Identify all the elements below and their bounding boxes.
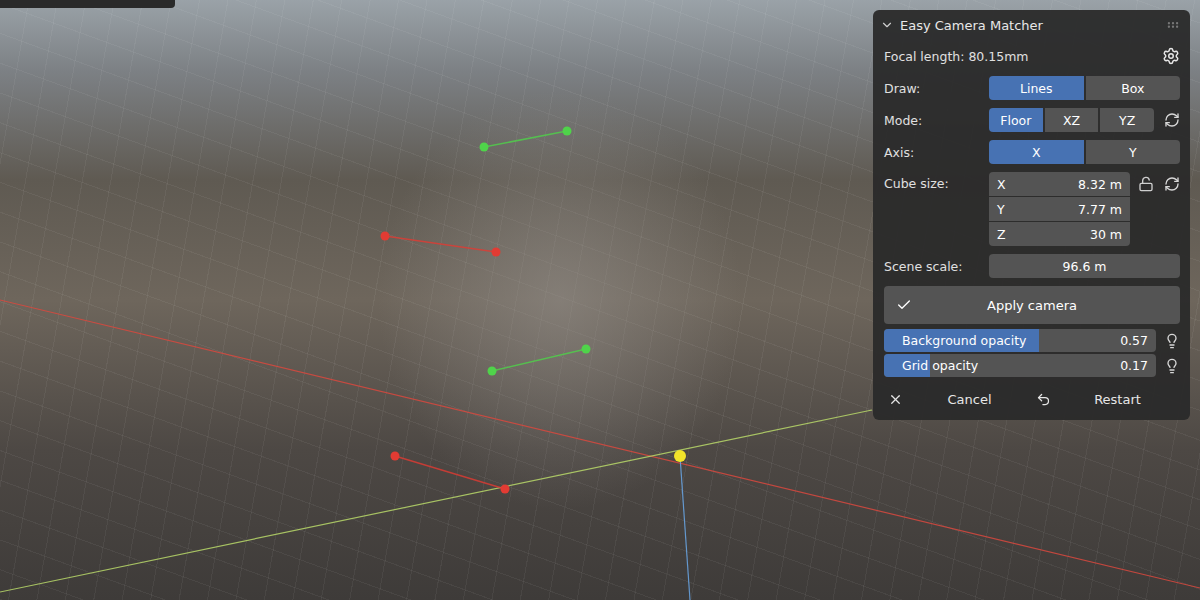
panel-header[interactable]: Easy Camera Matcher [880,10,1180,40]
cube-size-fields: X8.32 mY7.77 mZ30 m [989,172,1130,246]
row-label: Scene scale: [884,259,989,274]
segment-button[interactable]: Floor [989,108,1043,132]
focal-length-row: Focal length: 80.15mm [884,40,1180,72]
viewport[interactable]: Easy Camera Matcher Focal length: 80.15mm… [0,0,1200,600]
refresh-icon[interactable] [1164,112,1180,128]
viewport-header [0,0,175,8]
segment-button[interactable]: Box [1086,76,1181,100]
panel-title: Easy Camera Matcher [900,18,1160,33]
scene-scale-field[interactable]: 96.6 m [989,254,1180,278]
segment-button[interactable]: XZ [1045,108,1099,132]
guide-segment[interactable] [391,452,510,494]
segmented-control: FloorXZYZ [989,108,1154,132]
origin-point[interactable] [674,450,686,462]
gear-icon[interactable] [1162,47,1180,65]
opacity-slider-row: Grid opacity0.17 [884,353,1180,378]
opacity-slider[interactable]: Grid opacity0.17 [884,354,1156,377]
grip-icon[interactable] [1166,18,1180,32]
apply-camera-button[interactable]: Apply camera [884,286,1180,324]
lightbulb-icon[interactable] [1164,358,1180,374]
opacity-slider[interactable]: Background opacity0.57 [884,329,1156,352]
camera-matcher-panel: Easy Camera Matcher Focal length: 80.15mm… [873,10,1190,420]
opacity-slider-row: Background opacity0.57 [884,328,1180,353]
option-row: Mode:FloorXZYZ [884,104,1180,136]
lightbulb-icon[interactable] [1164,333,1180,349]
option-row: Draw:LinesBox [884,72,1180,104]
collapse-icon[interactable] [880,18,894,32]
cancel-button[interactable]: Cancel [884,392,1032,407]
guide-segment[interactable] [488,345,591,376]
segment-button[interactable]: Lines [989,76,1084,100]
row-label: Axis: [884,145,989,160]
focal-length: Focal length: 80.15mm [884,49,1154,64]
axis-line [680,456,690,600]
panel-footer: CancelRestart [884,384,1180,414]
number-field[interactable]: X8.32 m [989,172,1130,196]
guide-segment[interactable] [480,127,572,152]
restart-button[interactable]: Restart [1032,392,1180,407]
row-label: Cube size: [884,172,989,191]
segmented-control: LinesBox [989,76,1180,100]
option-row: Axis:XY [884,136,1180,168]
row-label: Draw: [884,81,989,96]
close-icon [888,392,903,407]
undo-icon [1036,392,1051,407]
axis-line [0,300,1200,588]
refresh-icon[interactable] [1164,176,1180,192]
segment-button[interactable]: YZ [1100,108,1154,132]
unlock-icon[interactable] [1138,176,1154,192]
guide-segment[interactable] [381,232,501,257]
segment-button[interactable]: X [989,140,1084,164]
segment-button[interactable]: Y [1086,140,1181,164]
axis-line [0,410,872,592]
number-field[interactable]: Y7.77 m [989,197,1130,221]
row-label: Mode: [884,113,989,128]
check-icon [896,297,912,313]
segmented-control: XY [989,140,1180,164]
scene-scale-row: Scene scale:96.6 m [884,250,1180,282]
cube-size-row: Cube size:X8.32 mY7.77 mZ30 m [884,168,1180,250]
number-field[interactable]: Z30 m [989,222,1130,246]
